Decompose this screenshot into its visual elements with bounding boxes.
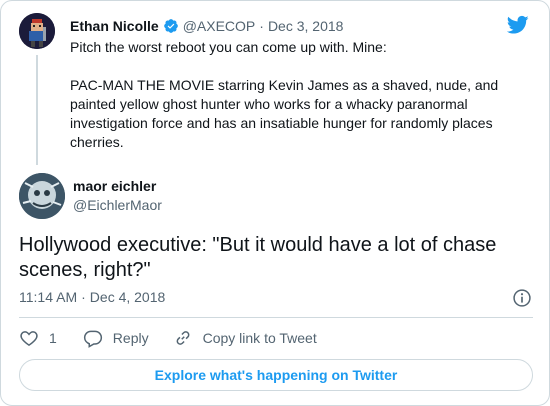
heart-icon — [20, 331, 38, 346]
copy-link-button[interactable]: Copy link to Tweet — [173, 328, 317, 348]
avatar-image — [19, 173, 65, 219]
pixel-art-avatar-image — [19, 13, 55, 49]
divider — [19, 317, 533, 318]
explore-twitter-button[interactable]: Explore what's happening on Twitter — [19, 359, 533, 391]
tweet-date: Dec 4, 2018 — [89, 289, 166, 305]
like-button[interactable]: 1 — [19, 328, 57, 348]
author-name[interactable]: maor eichler — [73, 178, 156, 194]
parent-tweet-header: Ethan Nicolle @AXECOP · Dec 3, 2018 — [70, 17, 343, 35]
header-separator: · — [259, 18, 264, 34]
author-handle[interactable]: @EichlerMaor — [73, 197, 162, 213]
reply-label: Reply — [112, 330, 149, 346]
copy-link-label: Copy link to Tweet — [202, 330, 317, 346]
parent-tweet-text: Pitch the worst reboot you can come up w… — [70, 39, 499, 150]
embedded-tweet-card: Ethan Nicolle @AXECOP · Dec 3, 2018 Pitc… — [0, 0, 550, 406]
parent-author-name[interactable]: Ethan Nicolle — [70, 18, 159, 34]
tweet-time: 11:14 AM — [19, 289, 78, 305]
verified-badge-icon — [163, 19, 178, 33]
tweet-text: Hollywood executive: "But it would have … — [19, 234, 497, 281]
author-avatar[interactable] — [19, 173, 65, 219]
parent-tweet-date[interactable]: Dec 3, 2018 — [268, 18, 344, 34]
tweet-timestamp[interactable]: 11:14 AM · Dec 4, 2018 — [19, 289, 165, 305]
link-icon — [176, 331, 190, 345]
tweet-actions: 1 Reply Copy link to Tweet — [19, 327, 341, 349]
thread-connector-line — [36, 55, 38, 165]
twitter-bird-icon[interactable] — [507, 15, 529, 35]
timestamp-separator: · — [81, 289, 86, 305]
reply-button[interactable]: Reply — [83, 328, 149, 348]
like-count: 1 — [49, 330, 57, 346]
info-icon[interactable] — [512, 288, 532, 308]
reply-bubble-icon — [83, 330, 102, 348]
parent-avatar[interactable] — [19, 13, 55, 49]
parent-author-handle[interactable]: @AXECOP — [183, 18, 256, 34]
